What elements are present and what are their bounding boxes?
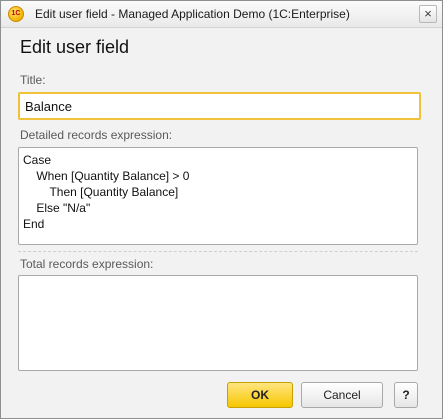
ok-button[interactable]: OK (227, 382, 293, 408)
window-title: Edit user field - Managed Application De… (35, 7, 350, 21)
title-label: Title: (20, 73, 46, 87)
total-expression-label: Total records expression: (20, 257, 154, 271)
app-icon: 1C (8, 6, 24, 22)
total-expression-textarea[interactable] (18, 275, 418, 371)
section-divider (18, 251, 418, 252)
help-button[interactable]: ? (394, 382, 418, 408)
title-input[interactable] (18, 92, 421, 120)
close-icon[interactable]: × (419, 5, 437, 23)
dialog-window: 1C Edit user field - Managed Application… (0, 0, 443, 419)
form-heading: Edit user field (20, 37, 130, 57)
detailed-expression-textarea[interactable] (18, 147, 418, 245)
detailed-expression-label: Detailed records expression: (20, 128, 173, 142)
title-bar[interactable]: 1C Edit user field - Managed Application… (1, 1, 442, 28)
cancel-button[interactable]: Cancel (301, 382, 383, 408)
